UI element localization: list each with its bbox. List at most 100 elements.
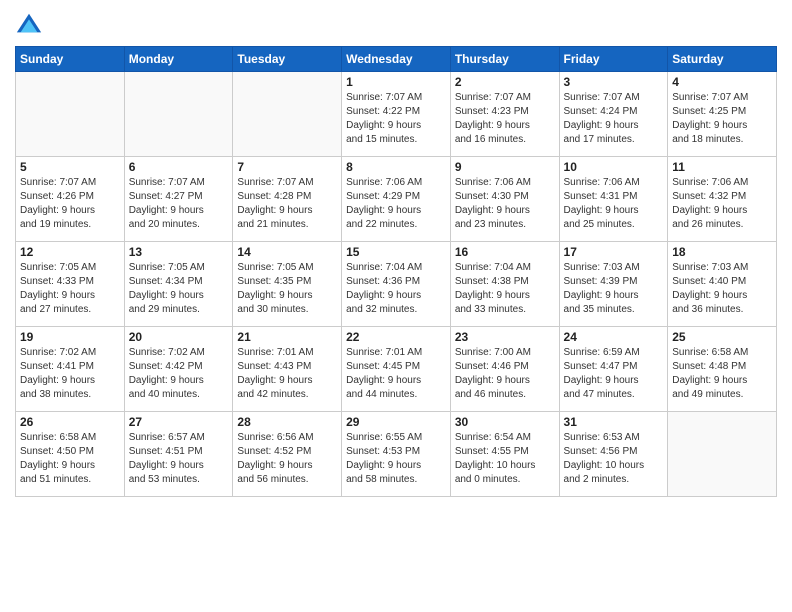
day-detail: Sunrise: 7:04 AM Sunset: 4:36 PM Dayligh… — [346, 261, 446, 317]
day-detail: Sunrise: 6:55 AM Sunset: 4:53 PM Dayligh… — [346, 431, 446, 487]
calendar-cell: 10 Sunrise: 7:06 AM Sunset: 4:31 PM Dayli… — [559, 157, 668, 242]
day-number: 14 — [237, 245, 337, 259]
calendar-cell: 8 Sunrise: 7:06 AM Sunset: 4:29 PM Daylig… — [342, 157, 451, 242]
day-detail: Sunrise: 7:01 AM Sunset: 4:45 PM Dayligh… — [346, 346, 446, 402]
day-number: 23 — [455, 330, 555, 344]
weekday-header-tuesday: Tuesday — [233, 47, 342, 72]
week-row-4: 26 Sunrise: 6:58 AM Sunset: 4:50 PM Dayli… — [16, 412, 777, 497]
day-detail: Sunrise: 7:07 AM Sunset: 4:27 PM Dayligh… — [129, 176, 229, 232]
day-detail: Sunrise: 7:06 AM Sunset: 4:30 PM Dayligh… — [455, 176, 555, 232]
day-number: 28 — [237, 415, 337, 429]
calendar-cell: 1 Sunrise: 7:07 AM Sunset: 4:22 PM Daylig… — [342, 72, 451, 157]
calendar-cell: 30 Sunrise: 6:54 AM Sunset: 4:55 PM Dayli… — [450, 412, 559, 497]
day-number: 30 — [455, 415, 555, 429]
day-number: 11 — [672, 160, 772, 174]
day-number: 7 — [237, 160, 337, 174]
calendar-cell: 9 Sunrise: 7:06 AM Sunset: 4:30 PM Daylig… — [450, 157, 559, 242]
calendar-cell: 19Sunrise: 7:02 AM Sunset: 4:41 PM Dayli… — [16, 327, 125, 412]
day-detail: Sunrise: 6:59 AM Sunset: 4:47 PM Dayligh… — [564, 346, 664, 402]
day-number: 29 — [346, 415, 446, 429]
page: SundayMondayTuesdayWednesdayThursdayFrid… — [0, 0, 792, 612]
day-detail: Sunrise: 6:58 AM Sunset: 4:48 PM Dayligh… — [672, 346, 772, 402]
day-number: 3 — [564, 75, 664, 89]
day-number: 2 — [455, 75, 555, 89]
weekday-header-thursday: Thursday — [450, 47, 559, 72]
day-detail: Sunrise: 6:54 AM Sunset: 4:55 PM Dayligh… — [455, 431, 555, 487]
weekday-header-row: SundayMondayTuesdayWednesdayThursdayFrid… — [16, 47, 777, 72]
day-detail: Sunrise: 7:06 AM Sunset: 4:29 PM Dayligh… — [346, 176, 446, 232]
calendar-cell — [233, 72, 342, 157]
calendar-cell: 27 Sunrise: 6:57 AM Sunset: 4:51 PM Dayli… — [124, 412, 233, 497]
day-detail: Sunrise: 7:06 AM Sunset: 4:32 PM Dayligh… — [672, 176, 772, 232]
weekday-header-friday: Friday — [559, 47, 668, 72]
day-detail: Sunrise: 7:06 AM Sunset: 4:31 PM Dayligh… — [564, 176, 664, 232]
day-detail: Sunrise: 7:05 AM Sunset: 4:35 PM Dayligh… — [237, 261, 337, 317]
calendar-cell: 31 Sunrise: 6:53 AM Sunset: 4:56 PM Dayli… — [559, 412, 668, 497]
calendar-cell: 7 Sunrise: 7:07 AM Sunset: 4:28 PM Daylig… — [233, 157, 342, 242]
calendar-table: SundayMondayTuesdayWednesdayThursdayFrid… — [15, 46, 777, 497]
calendar-cell — [668, 412, 777, 497]
calendar-cell: 15 Sunrise: 7:04 AM Sunset: 4:36 PM Dayli… — [342, 242, 451, 327]
day-detail: Sunrise: 7:07 AM Sunset: 4:24 PM Dayligh… — [564, 91, 664, 147]
week-row-0: 1 Sunrise: 7:07 AM Sunset: 4:22 PM Daylig… — [16, 72, 777, 157]
day-number: 26 — [20, 415, 120, 429]
header — [15, 10, 777, 38]
day-number: 6 — [129, 160, 229, 174]
day-detail: Sunrise: 7:04 AM Sunset: 4:38 PM Dayligh… — [455, 261, 555, 317]
calendar-cell: 26 Sunrise: 6:58 AM Sunset: 4:50 PM Dayli… — [16, 412, 125, 497]
day-number: 12 — [20, 245, 120, 259]
calendar-cell — [16, 72, 125, 157]
day-number: 21 — [237, 330, 337, 344]
day-detail: Sunrise: 6:57 AM Sunset: 4:51 PM Dayligh… — [129, 431, 229, 487]
day-number: 17 — [564, 245, 664, 259]
calendar-cell: 22Sunrise: 7:01 AM Sunset: 4:45 PM Dayli… — [342, 327, 451, 412]
calendar-cell: 25 Sunrise: 6:58 AM Sunset: 4:48 PM Dayli… — [668, 327, 777, 412]
calendar-cell: 5Sunrise: 7:07 AM Sunset: 4:26 PM Daylig… — [16, 157, 125, 242]
weekday-header-monday: Monday — [124, 47, 233, 72]
day-number: 10 — [564, 160, 664, 174]
week-row-2: 12Sunrise: 7:05 AM Sunset: 4:33 PM Dayli… — [16, 242, 777, 327]
day-detail: Sunrise: 7:03 AM Sunset: 4:40 PM Dayligh… — [672, 261, 772, 317]
day-number: 16 — [455, 245, 555, 259]
day-number: 19 — [20, 330, 120, 344]
day-detail: Sunrise: 6:58 AM Sunset: 4:50 PM Dayligh… — [20, 431, 120, 487]
day-number: 9 — [455, 160, 555, 174]
day-detail: Sunrise: 7:00 AM Sunset: 4:46 PM Dayligh… — [455, 346, 555, 402]
day-number: 27 — [129, 415, 229, 429]
calendar-cell: 24 Sunrise: 6:59 AM Sunset: 4:47 PM Dayli… — [559, 327, 668, 412]
calendar-cell: 23 Sunrise: 7:00 AM Sunset: 4:46 PM Dayli… — [450, 327, 559, 412]
day-detail: Sunrise: 7:03 AM Sunset: 4:39 PM Dayligh… — [564, 261, 664, 317]
day-detail: Sunrise: 7:07 AM Sunset: 4:22 PM Dayligh… — [346, 91, 446, 147]
day-detail: Sunrise: 7:02 AM Sunset: 4:42 PM Dayligh… — [129, 346, 229, 402]
day-number: 5 — [20, 160, 120, 174]
calendar-cell: 12Sunrise: 7:05 AM Sunset: 4:33 PM Dayli… — [16, 242, 125, 327]
day-detail: Sunrise: 6:56 AM Sunset: 4:52 PM Dayligh… — [237, 431, 337, 487]
day-number: 1 — [346, 75, 446, 89]
calendar-cell: 28 Sunrise: 6:56 AM Sunset: 4:52 PM Dayli… — [233, 412, 342, 497]
day-number: 8 — [346, 160, 446, 174]
calendar-cell: 4 Sunrise: 7:07 AM Sunset: 4:25 PM Daylig… — [668, 72, 777, 157]
day-detail: Sunrise: 7:07 AM Sunset: 4:25 PM Dayligh… — [672, 91, 772, 147]
weekday-header-sunday: Sunday — [16, 47, 125, 72]
weekday-header-wednesday: Wednesday — [342, 47, 451, 72]
calendar-cell: 14 Sunrise: 7:05 AM Sunset: 4:35 PM Dayli… — [233, 242, 342, 327]
day-number: 18 — [672, 245, 772, 259]
day-number: 25 — [672, 330, 772, 344]
day-number: 24 — [564, 330, 664, 344]
day-detail: Sunrise: 7:05 AM Sunset: 4:34 PM Dayligh… — [129, 261, 229, 317]
day-detail: Sunrise: 7:07 AM Sunset: 4:28 PM Dayligh… — [237, 176, 337, 232]
day-detail: Sunrise: 7:01 AM Sunset: 4:43 PM Dayligh… — [237, 346, 337, 402]
week-row-3: 19Sunrise: 7:02 AM Sunset: 4:41 PM Dayli… — [16, 327, 777, 412]
calendar-cell: 16 Sunrise: 7:04 AM Sunset: 4:38 PM Dayli… — [450, 242, 559, 327]
day-number: 13 — [129, 245, 229, 259]
calendar-cell — [124, 72, 233, 157]
calendar-cell: 3 Sunrise: 7:07 AM Sunset: 4:24 PM Daylig… — [559, 72, 668, 157]
day-number: 20 — [129, 330, 229, 344]
day-detail: Sunrise: 6:53 AM Sunset: 4:56 PM Dayligh… — [564, 431, 664, 487]
day-number: 4 — [672, 75, 772, 89]
calendar-cell: 2Sunrise: 7:07 AM Sunset: 4:23 PM Daylig… — [450, 72, 559, 157]
day-number: 15 — [346, 245, 446, 259]
logo-icon — [15, 10, 43, 38]
calendar-cell: 11 Sunrise: 7:06 AM Sunset: 4:32 PM Dayli… — [668, 157, 777, 242]
day-number: 31 — [564, 415, 664, 429]
